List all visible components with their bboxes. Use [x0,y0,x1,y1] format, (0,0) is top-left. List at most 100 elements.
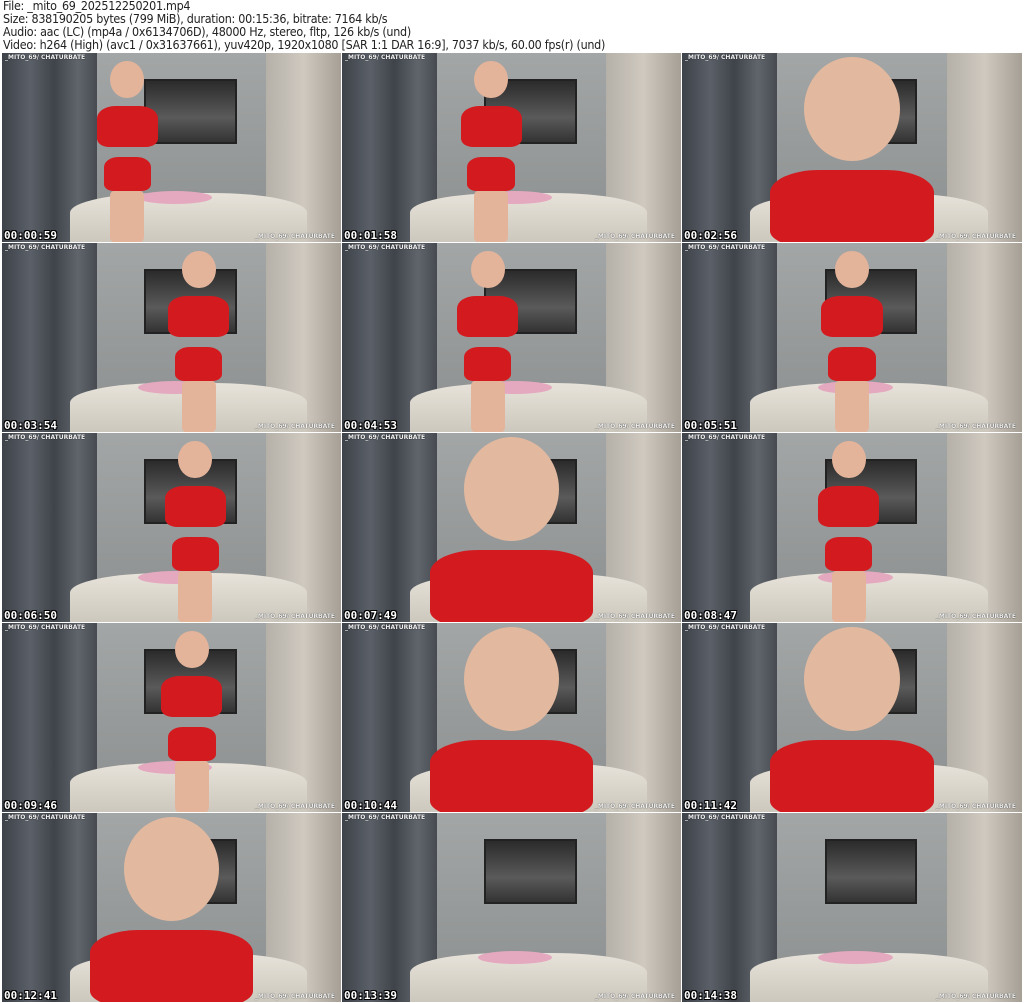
person-head [124,816,219,921]
timestamp: 00:05:51 [684,419,737,432]
watermark: _MITO_69/ CHATURBATE [685,434,766,441]
video-info: Video: h264 (High) (avc1 / 0x31637661), … [3,38,606,52]
watermark: _MITO_69/ CHATURBATE [935,613,1016,620]
file-info-header: File: _mito_69_202512250201.mp4 Size: 83… [3,0,605,52]
watermark: _MITO_69/ CHATURBATE [935,423,1016,430]
video-thumbnail[interactable]: _MITO_69/ CHATURBATE _MITO_69/ CHATURBATE… [682,623,1022,812]
video-thumbnail[interactable]: _MITO_69/ CHATURBATE _MITO_69/ CHATURBATE… [342,243,681,432]
timestamp: 00:01:58 [344,229,397,242]
legs [174,760,209,812]
watermark: _MITO_69/ CHATURBATE [594,613,675,620]
video-thumbnail[interactable]: _MITO_69/ CHATURBATE _MITO_69/ CHATURBATE… [2,433,341,622]
person-head [804,56,900,161]
wall-picture [824,839,918,904]
timestamp: 00:02:56 [684,229,737,242]
watermark: _MITO_69/ CHATURBATE [935,803,1016,810]
watermark: _MITO_69/ CHATURBATE [254,233,335,240]
legs [110,190,145,242]
timestamp: 00:03:54 [4,419,57,432]
video-thumbnail[interactable]: _MITO_69/ CHATURBATE _MITO_69/ CHATURBATE… [682,813,1022,1002]
watermark: _MITO_69/ CHATURBATE [5,434,86,441]
video-thumbnail[interactable]: _MITO_69/ CHATURBATE _MITO_69/ CHATURBATE… [682,433,1022,622]
watermark: _MITO_69/ CHATURBATE [5,814,86,821]
timestamp: 00:11:42 [684,799,737,812]
red-outfit [90,930,253,1002]
legs [474,190,509,242]
watermark: _MITO_69/ CHATURBATE [685,624,766,631]
red-shorts [464,346,512,381]
watermark: _MITO_69/ CHATURBATE [594,993,675,1000]
video-thumbnail[interactable]: _MITO_69/ CHATURBATE _MITO_69/ CHATURBATE… [682,243,1022,432]
legs [181,380,216,432]
watermark: _MITO_69/ CHATURBATE [594,423,675,430]
watermark: _MITO_69/ CHATURBATE [685,814,766,821]
watermark: _MITO_69/ CHATURBATE [254,803,335,810]
video-thumbnail[interactable]: _MITO_69/ CHATURBATE _MITO_69/ CHATURBATE… [342,53,681,242]
person-head [181,250,216,289]
timestamp: 00:13:39 [344,989,397,1002]
video-thumbnail[interactable]: _MITO_69/ CHATURBATE _MITO_69/ CHATURBATE… [342,433,681,622]
legs [178,570,213,622]
timestamp: 00:06:50 [4,609,57,622]
timestamp: 00:14:38 [684,989,737,1002]
watermark: _MITO_69/ CHATURBATE [594,803,675,810]
watermark: _MITO_69/ CHATURBATE [345,814,426,821]
red-outfit [430,550,593,622]
video-thumbnail[interactable]: _MITO_69/ CHATURBATE _MITO_69/ CHATURBATE… [2,243,341,432]
red-shorts [828,346,876,381]
timestamp: 00:10:44 [344,799,397,812]
watermark: _MITO_69/ CHATURBATE [685,54,766,61]
timestamp: 00:04:53 [344,419,397,432]
video-thumbnail[interactable]: _MITO_69/ CHATURBATE _MITO_69/ CHATURBATE… [342,813,681,1002]
red-shorts [174,346,223,381]
watermark: _MITO_69/ CHATURBATE [345,54,426,61]
video-thumbnail[interactable]: _MITO_69/ CHATURBATE _MITO_69/ CHATURBATE… [2,813,341,1002]
watermark: _MITO_69/ CHATURBATE [254,423,335,430]
watermark: _MITO_69/ CHATURBATE [254,993,335,1000]
person-head [464,436,559,541]
video-thumbnail[interactable]: _MITO_69/ CHATURBATE _MITO_69/ CHATURBATE… [2,623,341,812]
red-outfit [821,295,883,338]
video-thumbnail[interactable]: _MITO_69/ CHATURBATE _MITO_69/ CHATURBATE… [342,623,681,812]
red-outfit [430,740,593,812]
red-outfit [168,295,230,338]
watermark: _MITO_69/ CHATURBATE [935,993,1016,1000]
legs [470,380,505,432]
watermark: _MITO_69/ CHATURBATE [685,244,766,251]
red-outfit [96,105,158,148]
person-head [831,440,866,479]
watermark: _MITO_69/ CHATURBATE [5,244,86,251]
watermark: _MITO_69/ CHATURBATE [5,624,86,631]
video-thumbnail[interactable]: _MITO_69/ CHATURBATE _MITO_69/ CHATURBATE… [682,53,1022,242]
timestamp: 00:09:46 [4,799,57,812]
red-shorts [824,536,873,571]
legs [835,380,869,432]
thumbnail-grid: _MITO_69/ CHATURBATE _MITO_69/ CHATURBATE… [2,53,1022,1003]
timestamp: 00:08:47 [684,609,737,622]
red-shorts [171,536,219,571]
watermark: _MITO_69/ CHATURBATE [254,613,335,620]
red-shorts [168,726,216,761]
watermark: _MITO_69/ CHATURBATE [5,54,86,61]
wall-picture [144,79,237,144]
timestamp: 00:12:41 [4,989,57,1002]
red-outfit [770,740,934,812]
watermark: _MITO_69/ CHATURBATE [345,434,426,441]
person-head [464,626,559,731]
wall-picture [484,839,577,904]
red-outfit [161,675,223,718]
timestamp: 00:07:49 [344,609,397,622]
red-outfit [164,485,226,528]
person-head [474,60,509,99]
person-head [835,250,869,289]
legs [831,570,866,622]
watermark: _MITO_69/ CHATURBATE [594,233,675,240]
watermark: _MITO_69/ CHATURBATE [345,244,426,251]
red-outfit [818,485,880,528]
red-outfit [457,295,519,338]
video-thumbnail[interactable]: _MITO_69/ CHATURBATE _MITO_69/ CHATURBATE… [2,53,341,242]
red-shorts [467,156,515,191]
person-head [804,626,900,731]
red-outfit [460,105,522,148]
watermark: _MITO_69/ CHATURBATE [935,233,1016,240]
